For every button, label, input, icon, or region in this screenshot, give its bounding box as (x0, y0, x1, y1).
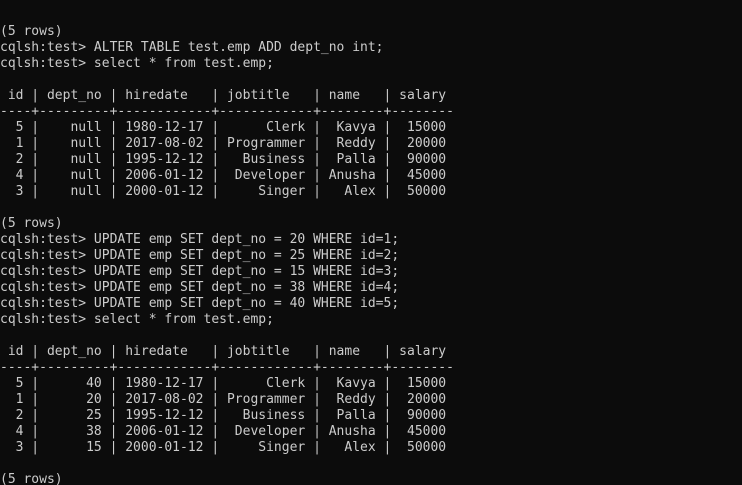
output-line: id | dept_no | hiredate | jobtitle | nam… (0, 88, 447, 103)
output-line: 5 | null | 1980-12-17 | Clerk | Kavya | … (0, 120, 447, 135)
output-line: (5 rows) (0, 472, 63, 485)
output-line: (5 rows) (0, 216, 63, 231)
command-line: cqlsh:test> ALTER TABLE test.emp ADD dep… (0, 40, 742, 56)
prompt: cqlsh:test> (0, 312, 94, 327)
command-text: UPDATE emp SET dept_no = 38 WHERE id=4; (93, 280, 400, 295)
command-text: UPDATE emp SET dept_no = 25 WHERE id=2; (93, 248, 400, 263)
output-line: ----+---------+------------+------------… (0, 104, 454, 119)
command-line: cqlsh:test> select * from test.emp; (0, 312, 742, 328)
command-text: UPDATE emp SET dept_no = 15 WHERE id=3; (93, 264, 400, 279)
output-line: 2 | null | 1995-12-12 | Business | Palla… (0, 152, 447, 167)
command-text: ALTER TABLE test.emp ADD dept_no int; (93, 40, 384, 55)
output-line: ----+---------+------------+------------… (0, 360, 454, 375)
prompt: cqlsh:test> (0, 296, 94, 311)
prompt: cqlsh:test> (0, 248, 94, 263)
output-line: 1 | null | 2017-08-02 | Programmer | Red… (0, 136, 447, 151)
terminal-window[interactable]: (5 rows) cqlsh:test> ALTER TABLE test.emp… (0, 0, 742, 485)
output-line: id | dept_no | hiredate | jobtitle | nam… (0, 344, 447, 359)
prompt: cqlsh:test> (0, 264, 94, 279)
command-line: cqlsh:test> UPDATE emp SET dept_no = 40 … (0, 296, 742, 312)
command-text: UPDATE emp SET dept_no = 40 WHERE id=5; (93, 296, 400, 311)
terminal-output: (5 rows) cqlsh:test> ALTER TABLE test.emp… (0, 24, 742, 485)
output-line: 1 | 20 | 2017-08-02 | Programmer | Reddy… (0, 392, 447, 407)
command-line: cqlsh:test> select * from test.emp; (0, 56, 742, 72)
command-line: cqlsh:test> UPDATE emp SET dept_no = 15 … (0, 264, 742, 280)
output-line: 3 | 15 | 2000-01-12 | Singer | Alex | 50… (0, 440, 447, 455)
prompt: cqlsh:test> (0, 56, 94, 71)
command-text: select * from test.emp; (93, 56, 274, 71)
output-line: 2 | 25 | 1995-12-12 | Business | Palla |… (0, 408, 447, 423)
command-line: cqlsh:test> UPDATE emp SET dept_no = 25 … (0, 248, 742, 264)
output-line: 4 | 38 | 2006-01-12 | Developer | Anusha… (0, 424, 447, 439)
command-line: cqlsh:test> UPDATE emp SET dept_no = 38 … (0, 280, 742, 296)
output-line: 4 | null | 2006-01-12 | Developer | Anus… (0, 168, 447, 183)
prompt: cqlsh:test> (0, 232, 94, 247)
output-line: 5 | 40 | 1980-12-17 | Clerk | Kavya | 15… (0, 376, 447, 391)
command-text: select * from test.emp; (93, 312, 274, 327)
command-line: cqlsh:test> UPDATE emp SET dept_no = 20 … (0, 232, 742, 248)
prompt: cqlsh:test> (0, 280, 94, 295)
command-text: UPDATE emp SET dept_no = 20 WHERE id=1; (93, 232, 400, 247)
output-line: (5 rows) (0, 24, 63, 39)
prompt: cqlsh:test> (0, 40, 94, 55)
output-line: 3 | null | 2000-01-12 | Singer | Alex | … (0, 184, 447, 199)
